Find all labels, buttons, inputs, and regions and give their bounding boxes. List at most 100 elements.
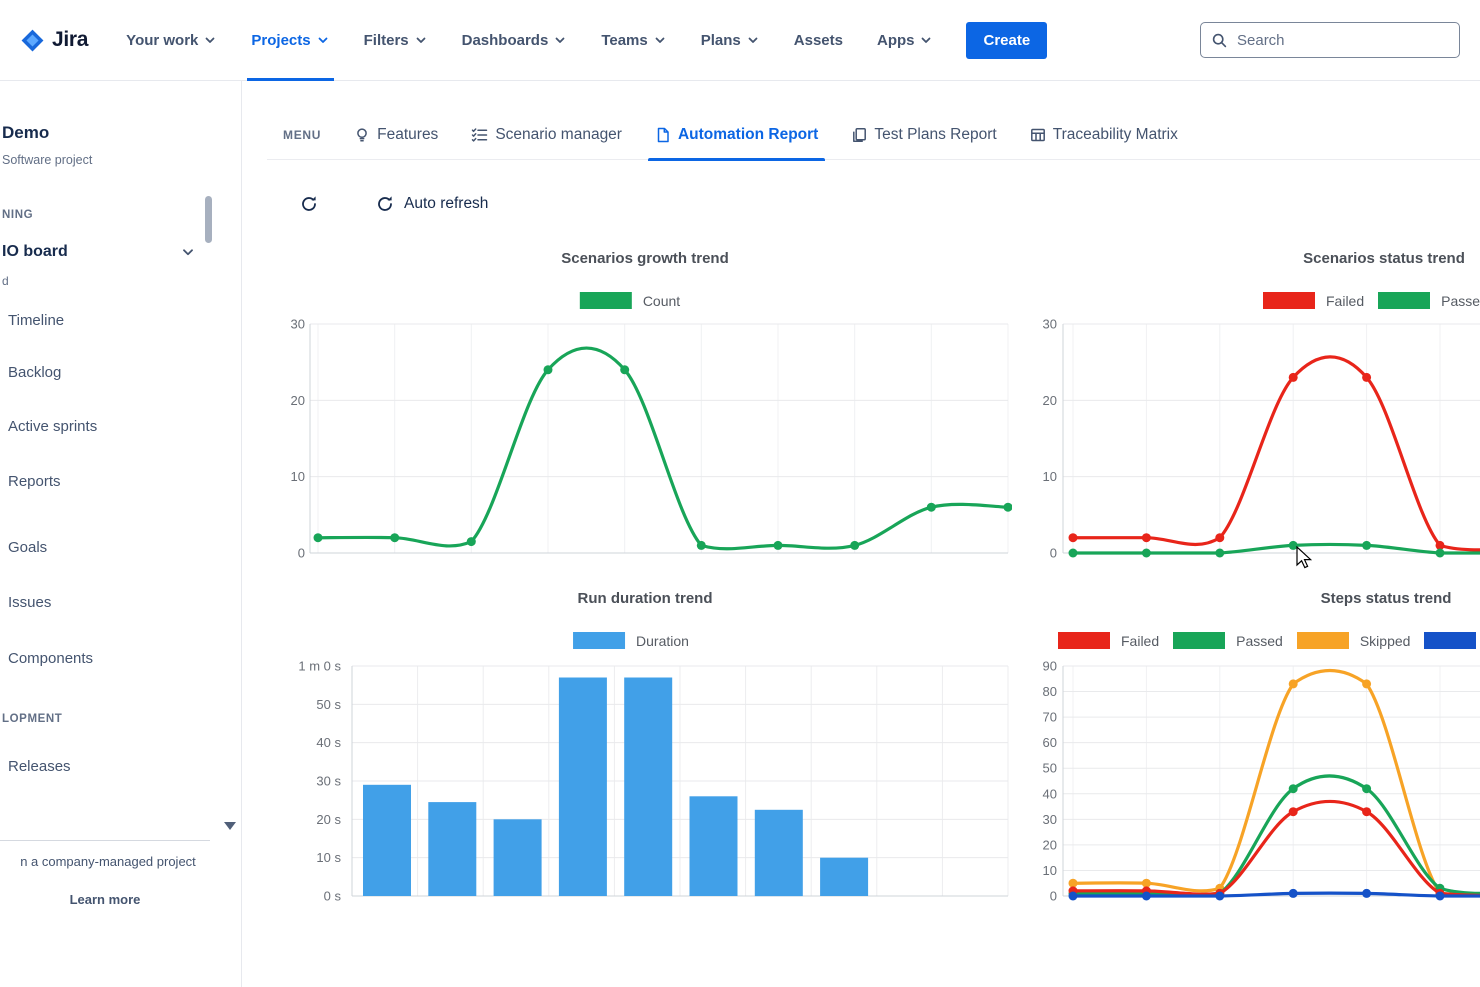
- data-point: [1289, 541, 1298, 550]
- chevron-down-icon: [316, 33, 330, 47]
- sidebar-item-components[interactable]: Components: [8, 650, 93, 667]
- search-input[interactable]: [1237, 32, 1449, 49]
- chart-legend: Failed Passed: [1263, 292, 1480, 309]
- sidebar-item-goals[interactable]: Goals: [8, 539, 47, 556]
- bar: [363, 785, 411, 896]
- sidebar-item-issues[interactable]: Issues: [8, 594, 51, 611]
- lightbulb-icon: [354, 127, 370, 143]
- data-point: [1069, 549, 1078, 558]
- nav-item-assets[interactable]: Assets: [794, 0, 843, 81]
- legend-label: Failed: [1121, 633, 1159, 649]
- axis-tick-label: 80: [1043, 684, 1057, 699]
- legend-item[interactable]: [1424, 632, 1480, 649]
- sidebar-scrollbar-thumb[interactable]: [205, 196, 212, 243]
- data-point: [927, 503, 936, 512]
- sidebar-item-timeline[interactable]: Timeline: [8, 312, 64, 329]
- axis-tick-label: 60: [1043, 735, 1057, 750]
- legend-item[interactable]: Skipped: [1297, 632, 1411, 649]
- chevron-down-icon: [414, 33, 428, 47]
- tab-test-plans-report[interactable]: Test Plans Report: [851, 110, 996, 160]
- nav-item-teams[interactable]: Teams: [601, 0, 666, 81]
- nav-label: Your work: [126, 32, 198, 49]
- chart-title: Scenarios status trend: [1303, 250, 1465, 267]
- sidebar-item-reports[interactable]: Reports: [8, 473, 61, 490]
- project-name: Demo: [2, 123, 49, 143]
- data-point: [1436, 549, 1445, 558]
- top-nav: Jira Your work Projects Filters Dashboar…: [0, 0, 1480, 81]
- data-point: [544, 365, 553, 374]
- legend-label: Failed: [1326, 293, 1364, 309]
- jira-logo[interactable]: Jira: [20, 28, 88, 53]
- axis-tick-label: 10: [291, 469, 305, 484]
- bar: [428, 802, 476, 896]
- line-series: [1073, 544, 1480, 553]
- board-name: IO board: [2, 243, 68, 261]
- chart-run-duration: 0 s10 s20 s30 s40 s50 s1 m 0 s Run durat…: [267, 586, 1012, 916]
- data-point: [1215, 549, 1224, 558]
- data-point: [1289, 679, 1298, 688]
- sidebar-item-backlog[interactable]: Backlog: [8, 364, 61, 381]
- sidebar-footer-text: n a company-managed project: [0, 854, 216, 869]
- chevron-down-icon: [746, 33, 760, 47]
- checklist-icon: [471, 127, 488, 143]
- scrollbar-down-arrow-icon[interactable]: [224, 822, 236, 830]
- legend-item[interactable]: Passed: [1173, 632, 1283, 649]
- nav-item-filters[interactable]: Filters: [364, 0, 428, 81]
- data-point: [1362, 889, 1371, 898]
- legend-item[interactable]: Failed: [1058, 632, 1159, 649]
- nav-item-apps[interactable]: Apps: [877, 0, 934, 81]
- tab-label: Features: [377, 126, 438, 144]
- sidebar-item-releases[interactable]: Releases: [8, 758, 71, 775]
- auto-refresh-button[interactable]: Auto refresh: [376, 195, 488, 213]
- legend-label: Duration: [636, 633, 689, 649]
- legend-swatch: [1173, 632, 1225, 649]
- bar: [690, 796, 738, 896]
- nav-label: Dashboards: [462, 32, 549, 49]
- data-point: [1362, 373, 1371, 382]
- tab-traceability-matrix[interactable]: Traceability Matrix: [1030, 110, 1178, 160]
- legend-swatch: [1378, 292, 1430, 309]
- sidebar-item-active-sprints[interactable]: Active sprints: [8, 418, 97, 435]
- line-series: [318, 348, 1008, 549]
- tab-features[interactable]: Features: [354, 110, 438, 160]
- line-series: [1073, 357, 1480, 550]
- chart-legend: Count: [580, 292, 694, 309]
- nav-item-plans[interactable]: Plans: [701, 0, 760, 81]
- tab-automation-report[interactable]: Automation Report: [655, 110, 818, 160]
- data-point: [1362, 679, 1371, 688]
- legend-swatch: [1297, 632, 1349, 649]
- legend-item[interactable]: Passed: [1378, 292, 1480, 309]
- tab-scenario-manager[interactable]: Scenario manager: [471, 110, 622, 160]
- search-box[interactable]: [1200, 22, 1460, 58]
- data-point: [1142, 549, 1151, 558]
- nav-item-dashboards[interactable]: Dashboards: [462, 0, 568, 81]
- chart-steps-status: 0102030405060708090 Steps status trend F…: [1020, 586, 1480, 916]
- chart-title: Scenarios growth trend: [561, 250, 729, 267]
- data-point: [1362, 784, 1371, 793]
- chevron-down-icon: [919, 33, 933, 47]
- legend-item[interactable]: Failed: [1263, 292, 1364, 309]
- axis-tick-label: 0 s: [324, 889, 342, 904]
- project-type: Software project: [2, 153, 92, 167]
- create-button[interactable]: Create: [966, 22, 1047, 59]
- auto-refresh-label: Auto refresh: [404, 195, 488, 213]
- legend-item[interactable]: Count: [580, 292, 680, 309]
- legend-item[interactable]: Duration: [573, 632, 689, 649]
- nav-item-your-work[interactable]: Your work: [126, 0, 217, 81]
- board-subtitle: d: [2, 274, 9, 288]
- data-point: [1069, 892, 1078, 901]
- axis-tick-label: 0: [1050, 889, 1057, 904]
- nav-item-projects[interactable]: Projects: [251, 0, 329, 81]
- axis-tick-label: 20: [1043, 393, 1057, 408]
- chart-scenarios-status: 0102030 Scenarios status trend FailedPas…: [1020, 246, 1480, 576]
- learn-more-link[interactable]: Learn more: [0, 892, 210, 907]
- legend-swatch: [1263, 292, 1315, 309]
- jira-app: Jira Your work Projects Filters Dashboar…: [0, 0, 1480, 987]
- nav-label: Apps: [877, 32, 915, 49]
- nav-label: Teams: [601, 32, 647, 49]
- data-point: [1289, 373, 1298, 382]
- legend-label: Count: [643, 293, 680, 309]
- refresh-button[interactable]: [300, 195, 318, 213]
- board-selector[interactable]: IO board: [2, 243, 196, 261]
- axis-tick-label: 20 s: [316, 812, 341, 827]
